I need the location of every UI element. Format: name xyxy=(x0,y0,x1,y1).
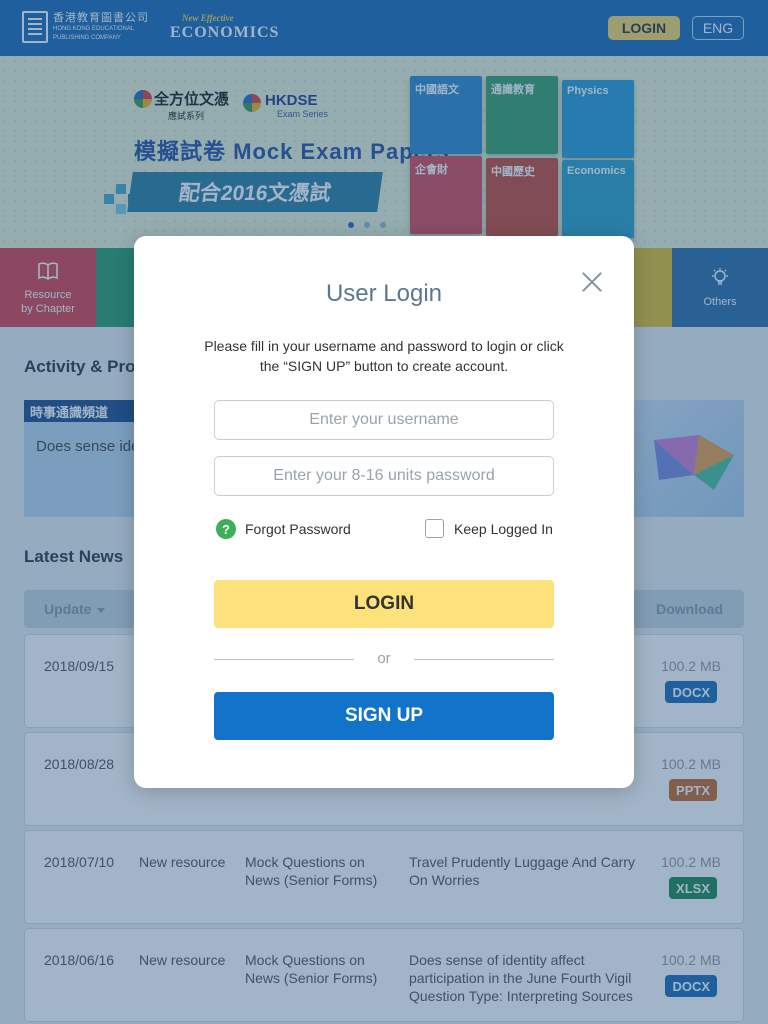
username-input[interactable] xyxy=(214,400,554,440)
signup-button[interactable]: SIGN UP xyxy=(214,692,554,740)
modal-title: User Login xyxy=(325,280,443,307)
forgot-password-label: Forgot Password xyxy=(245,521,351,537)
login-modal: User Login Please fill in your username … xyxy=(134,236,634,788)
login-button[interactable]: LOGIN xyxy=(214,580,554,628)
keep-logged-in-label: Keep Logged In xyxy=(454,520,553,537)
forgot-password-link[interactable]: ? Forgot Password xyxy=(216,519,351,539)
divider-left xyxy=(214,659,354,660)
keep-logged-in-checkbox[interactable] xyxy=(425,519,444,538)
divider-right xyxy=(414,659,554,660)
question-icon: ? xyxy=(216,519,236,539)
or-label: or xyxy=(377,650,391,667)
keep-logged-in-toggle[interactable]: Keep Logged In xyxy=(425,519,553,538)
password-input[interactable] xyxy=(214,456,554,496)
modal-description: Please fill in your username and passwor… xyxy=(204,338,564,374)
